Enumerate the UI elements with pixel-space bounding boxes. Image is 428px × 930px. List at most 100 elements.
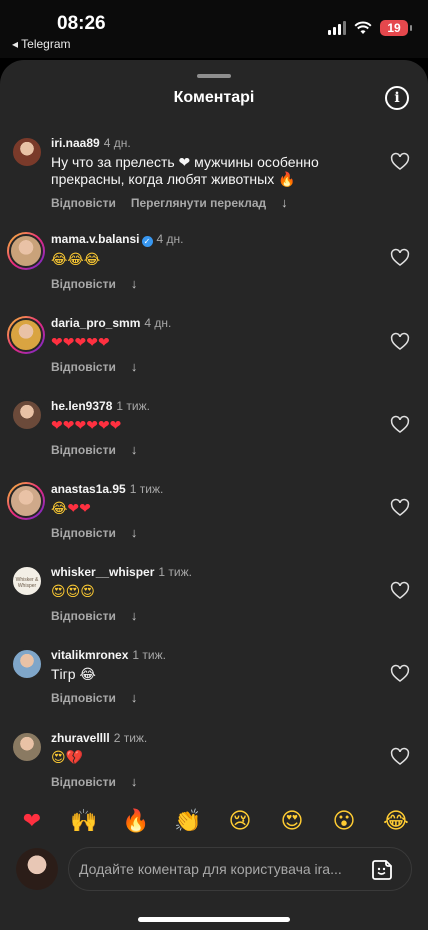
comment-avatar[interactable]	[7, 316, 45, 354]
comment-emojis: 😂😂😂	[51, 252, 101, 268]
comment-username[interactable]: mama.v.balansi	[51, 232, 140, 246]
comment-username[interactable]: whisker__whisper	[51, 565, 154, 579]
home-indicator	[138, 917, 290, 922]
back-to-telegram-link[interactable]: ◂ Telegram	[12, 37, 71, 51]
like-heart-icon[interactable]	[390, 664, 410, 684]
arrow-down-icon[interactable]: ↓	[131, 525, 138, 540]
quick-reaction-button[interactable]: 😍	[277, 809, 307, 834]
quick-reaction-button[interactable]: 🔥	[121, 809, 151, 834]
comment-username[interactable]: he.len9378	[51, 399, 112, 413]
sheet-grabber[interactable]	[197, 74, 231, 78]
comment-emojis: 😍💔	[51, 750, 84, 766]
reply-button[interactable]: Відповісти	[51, 526, 116, 540]
comment-age: 1 тиж.	[158, 565, 192, 579]
comment-body: zhuravellll 2 тиж. 😍💔 Відповісти ↓	[51, 731, 351, 789]
arrow-down-icon[interactable]: ↓	[131, 690, 138, 705]
status-time: 08:26	[57, 13, 106, 34]
comments-sheet: Коментарі i iri.naa89 4 дн. Ну что за прел…	[0, 60, 428, 930]
quick-reactions-bar: ❤ 🙌 🔥 👏 😢 😍 😮 😂	[0, 806, 428, 836]
sticker-icon[interactable]	[371, 859, 393, 881]
arrow-down-icon[interactable]: ↓	[131, 276, 138, 291]
comment-avatar[interactable]	[11, 648, 43, 680]
comment-age: 4 дн.	[103, 136, 131, 150]
like-heart-icon[interactable]	[390, 152, 410, 172]
comment-input[interactable]	[79, 848, 349, 890]
cellular-signal-icon	[328, 21, 346, 35]
comment-body: anastas1a.95 1 тиж. 😂❤❤ Відповісти ↓	[51, 482, 351, 540]
quick-reaction-button[interactable]: 😂	[381, 809, 411, 834]
comment-age: 1 тиж.	[132, 648, 166, 662]
avatar-image: Whisker & Whisper	[11, 565, 43, 597]
comment-username[interactable]: zhuravellll	[51, 731, 110, 745]
comment-emojis: 😂❤❤	[51, 501, 91, 517]
comment-actions: Відповісти ↓	[51, 525, 351, 540]
comment-actions: Відповісти ↓	[51, 442, 351, 457]
reply-button[interactable]: Відповісти	[51, 691, 116, 705]
comment-body: mama.v.balansi ✓ 4 дн. 😂😂😂 Відповісти ↓	[51, 232, 351, 291]
quick-reaction-button[interactable]: 😮	[329, 809, 359, 834]
comment-body: vitalikmronex 1 тиж. Тігр 😂 Відповісти ↓	[51, 648, 351, 705]
comment-body: whisker__whisper 1 тиж. 😍😍😍 Відповісти ↓	[51, 565, 351, 623]
comment-text: Тігр 😂	[51, 666, 96, 682]
reply-button[interactable]: Відповісти	[51, 775, 116, 789]
comment-avatar[interactable]	[11, 399, 43, 431]
quick-reaction-button[interactable]: 😢	[225, 809, 255, 834]
comment-username[interactable]: iri.naa89	[51, 136, 100, 150]
see-translation-button[interactable]: Переглянути переклад	[131, 196, 266, 210]
reply-button[interactable]: Відповісти	[51, 360, 116, 374]
reply-button[interactable]: Відповісти	[51, 443, 116, 457]
comment-meta: zhuravellll 2 тиж.	[51, 731, 351, 745]
comment-meta: iri.naa89 4 дн.	[51, 136, 351, 150]
comment-text-line: прекрасны, когда любят животных 🔥	[51, 171, 296, 187]
like-heart-icon[interactable]	[390, 248, 410, 268]
reply-button[interactable]: Відповісти	[51, 609, 116, 623]
arrow-down-icon[interactable]: ↓	[131, 774, 138, 789]
comment-age: 2 тиж.	[113, 731, 148, 745]
sheet-title: Коментарі	[173, 89, 255, 106]
comment-composer	[68, 847, 412, 891]
comment-actions: Відповісти ↓	[51, 608, 351, 623]
arrow-down-icon[interactable]: ↓	[281, 195, 288, 210]
like-heart-icon[interactable]	[390, 415, 410, 435]
like-heart-icon[interactable]	[390, 332, 410, 352]
comment-meta: daria_pro_smm 4 дн.	[51, 316, 351, 330]
avatar-image	[11, 399, 43, 431]
comment-avatar[interactable]	[11, 731, 43, 763]
comment-emojis: 😍😍😍	[51, 584, 95, 600]
comment-avatar[interactable]: Whisker & Whisper	[11, 565, 43, 597]
comment-meta: vitalikmronex 1 тиж.	[51, 648, 351, 662]
comment-actions: Відповісти Переглянути переклад ↓	[51, 195, 351, 210]
comment-avatar[interactable]	[7, 482, 45, 520]
info-icon[interactable]: i	[385, 86, 409, 110]
avatar-image	[11, 136, 43, 168]
comment-actions: Відповісти ↓	[51, 276, 351, 291]
comment-avatar[interactable]	[11, 136, 43, 168]
comment-username[interactable]: daria_pro_smm	[51, 316, 140, 330]
like-heart-icon[interactable]	[390, 747, 410, 767]
comment-body: iri.naa89 4 дн. Ну что за прелесть ❤ мужчи…	[51, 136, 351, 210]
avatar-image	[11, 731, 43, 763]
comment-avatar[interactable]	[7, 232, 45, 270]
like-heart-icon[interactable]	[390, 581, 410, 601]
comment-age: 4 дн.	[156, 232, 184, 246]
current-user-avatar	[16, 848, 58, 890]
comment-emojis: ❤❤❤❤❤❤	[51, 418, 122, 434]
arrow-down-icon[interactable]: ↓	[131, 608, 138, 623]
comment-actions: Відповісти ↓	[51, 690, 351, 705]
quick-reaction-button[interactable]: ❤	[17, 809, 47, 834]
quick-reaction-button[interactable]: 👏	[173, 809, 203, 834]
arrow-down-icon[interactable]: ↓	[131, 359, 138, 374]
comments-list[interactable]: iri.naa89 4 дн. Ну что за прелесть ❤ мужчи…	[0, 136, 428, 791]
avatar-image	[11, 648, 43, 680]
comment-username[interactable]: vitalikmronex	[51, 648, 128, 662]
comment-username[interactable]: anastas1a.95	[51, 482, 126, 496]
comment-meta: anastas1a.95 1 тиж.	[51, 482, 351, 496]
wifi-icon	[354, 21, 372, 34]
quick-reaction-button[interactable]: 🙌	[69, 809, 99, 834]
reply-button[interactable]: Відповісти	[51, 196, 116, 210]
comment-age: 1 тиж.	[129, 482, 164, 496]
reply-button[interactable]: Відповісти	[51, 277, 116, 291]
arrow-down-icon[interactable]: ↓	[131, 442, 138, 457]
like-heart-icon[interactable]	[390, 498, 410, 518]
comment-text-line: Ну что за прелесть ❤ мужчины особенно	[51, 154, 319, 170]
